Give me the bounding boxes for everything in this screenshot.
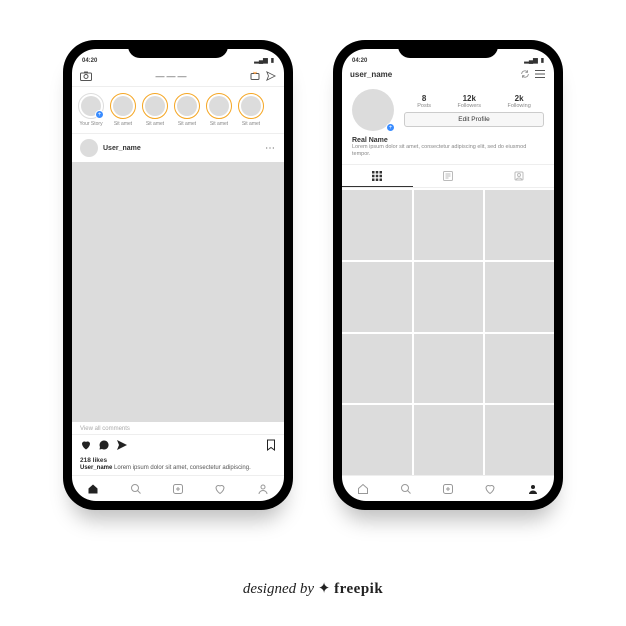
share-icon[interactable] — [116, 439, 128, 451]
grid-tile[interactable] — [342, 334, 412, 404]
add-post-icon[interactable] — [442, 483, 454, 495]
activity-icon[interactable] — [214, 483, 226, 495]
post-username[interactable]: User_name — [103, 145, 260, 152]
story-item[interactable]: Sit amet — [142, 93, 168, 127]
story-item[interactable]: Sit amet — [110, 93, 136, 127]
profile-nav-icon[interactable] — [527, 483, 539, 495]
battery-icon: ▮ — [541, 57, 544, 64]
more-icon[interactable]: ⋯ — [265, 143, 276, 154]
menu-icon[interactable] — [534, 69, 546, 79]
notch — [398, 40, 498, 58]
camera-icon[interactable] — [80, 71, 92, 81]
grid-tile[interactable] — [414, 334, 484, 404]
post-avatar[interactable] — [80, 139, 98, 157]
profile-tabs — [342, 164, 554, 188]
grid-tile[interactable] — [414, 405, 484, 475]
search-nav-icon[interactable] — [130, 483, 142, 495]
notch — [128, 40, 228, 58]
grid-tile[interactable] — [414, 262, 484, 332]
stat-item[interactable]: 8Posts — [417, 94, 431, 109]
phone-frame-profile: 04:20 ▂▄▆ ▮ user_name + 8Posts 12kFollowe… — [333, 40, 563, 510]
profile-real-name: Real Name — [352, 137, 544, 144]
grid-tile[interactable] — [485, 190, 554, 260]
profile-nav-icon[interactable] — [257, 483, 269, 495]
signal-icon: ▂▄▆ — [524, 57, 537, 64]
battery-icon: ▮ — [271, 57, 274, 64]
post-actions — [72, 434, 284, 455]
status-time: 04:20 — [352, 58, 367, 64]
post-header: User_name ⋯ — [72, 134, 284, 162]
grid-tile[interactable] — [342, 405, 412, 475]
likes-count[interactable]: 218 likes — [72, 455, 284, 464]
grid-tile[interactable] — [485, 262, 554, 332]
tv-icon[interactable] — [250, 71, 260, 81]
grid-tile[interactable] — [414, 190, 484, 260]
credit-line: designed by ✦ freepik — [0, 579, 626, 598]
add-story-badge[interactable]: + — [386, 123, 395, 132]
story-item[interactable]: Sit amet — [238, 93, 264, 127]
heart-icon[interactable] — [80, 439, 92, 451]
grid-tile[interactable] — [485, 405, 554, 475]
comment-icon[interactable] — [98, 439, 110, 451]
story-item[interactable]: +Your Story — [78, 93, 104, 127]
add-post-icon[interactable] — [172, 483, 184, 495]
post-caption: User_name Lorem ipsum dolor sit amet, co… — [72, 464, 284, 475]
profile-topbar: user_name — [342, 65, 554, 83]
bottom-nav — [342, 475, 554, 501]
view-all-comments[interactable]: View all comments — [72, 422, 284, 434]
profile-username-top[interactable]: user_name — [350, 70, 516, 79]
stat-item[interactable]: 2kFollowing — [508, 94, 531, 109]
tab-grid[interactable] — [342, 165, 413, 187]
story-item[interactable]: Sit amet — [174, 93, 200, 127]
refresh-icon[interactable] — [520, 69, 530, 79]
grid-tile[interactable] — [342, 262, 412, 332]
send-icon[interactable] — [266, 71, 276, 81]
bookmark-icon[interactable] — [266, 439, 276, 451]
profile-bio: Real Name Lorem ipsum dolor sit amet, co… — [342, 135, 554, 164]
grid-tile[interactable] — [485, 334, 554, 404]
story-item[interactable]: Sit amet — [206, 93, 232, 127]
signal-icon: ▂▄▆ — [254, 57, 267, 64]
profile-stats: 8Posts 12kFollowers 2kFollowing — [404, 94, 544, 109]
logo-placeholder: ——— — [155, 71, 188, 81]
grid-tile[interactable] — [342, 190, 412, 260]
edit-profile-button[interactable]: Edit Profile — [404, 112, 544, 127]
profile-grid — [342, 188, 554, 475]
home-icon[interactable] — [87, 483, 99, 495]
search-nav-icon[interactable] — [400, 483, 412, 495]
profile-bio-text: Lorem ipsum dolor sit amet, consectetur … — [352, 144, 544, 158]
home-icon[interactable] — [357, 483, 369, 495]
feed-topbar: ——— — [72, 65, 284, 87]
bottom-nav — [72, 475, 284, 501]
activity-icon[interactable] — [484, 483, 496, 495]
stories-tray[interactable]: +Your StorySit ametSit ametSit ametSit a… — [72, 87, 284, 134]
post-image[interactable] — [72, 162, 284, 422]
tab-feed[interactable] — [413, 165, 484, 187]
phone-frame-feed: 04:20 ▂▄▆ ▮ ——— +Your StorySit ametSit a… — [63, 40, 293, 510]
stat-item[interactable]: 12kFollowers — [457, 94, 481, 109]
tab-tagged[interactable] — [483, 165, 554, 187]
status-time: 04:20 — [82, 58, 97, 64]
